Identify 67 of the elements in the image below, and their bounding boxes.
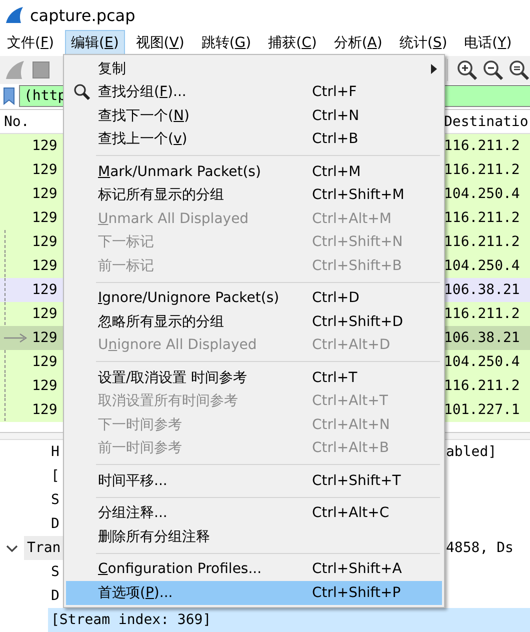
table-cell-text: 129 [32,162,58,178]
zoom-icon[interactable] [508,59,530,81]
menu-item[interactable]: 电话(Y) [458,30,518,56]
tree-item[interactable]: H [48,440,62,464]
menu-item[interactable]: 视图(V) [130,30,190,56]
menu-item[interactable]: 捕获(C) [262,30,323,56]
stop-icon[interactable] [30,59,52,81]
menu-item[interactable]: 分析(A) [328,30,388,56]
menu-item[interactable]: 文件(F) [1,30,60,56]
window-title: capture.pcap [30,6,136,24]
table-cell-text: 129 [32,138,58,154]
zoom-out-icon[interactable] [482,59,504,81]
menu-item[interactable]: 标记所有显示的分组 Ctrl+Shift+M [66,184,442,207]
menu-item[interactable]: 统计(S) [393,30,454,56]
tree-item[interactable]: [ [48,464,62,488]
menu-item[interactable]: 查找分组(F)... Ctrl+F [66,80,442,104]
table-cell-text: 129 [32,258,58,274]
shark-fin-icon [4,5,24,25]
menu-item[interactable]: 查找下一个(N) Ctrl+N [66,104,442,128]
bookmark-icon[interactable] [3,87,15,105]
table-cell-text: 129 [32,378,58,394]
table-cell-text: 129 [32,210,58,226]
menu-item[interactable]: 查找上一个(v) Ctrl+B [66,128,442,151]
tree-item[interactable]: D [48,584,62,608]
menu-item[interactable]: Configuration Profiles... Ctrl+Shift+A [66,558,442,581]
table-cell-text: 104.250.4 [444,258,521,274]
search-icon [73,83,91,102]
tree-item[interactable]: D [48,512,62,536]
menu-item[interactable]: 跳转(G) [195,30,258,56]
table-cell-text: 106.38.21 [444,330,521,346]
tree-item-text: 4858, Ds [446,540,514,556]
table-cell-text: 106.38.21 [444,282,521,298]
table-cell-text: 129 [32,354,58,370]
table-cell-text: 116.211.2 [444,234,521,250]
tree-item-text: abled] [446,444,498,460]
table-cell-text: 129 [32,282,58,298]
table-cell-text: 116.211.2 [444,162,521,178]
tree-item[interactable]: Tran [24,536,64,560]
table-cell-text: 104.250.4 [444,354,521,370]
zoom-in-icon[interactable] [456,59,478,81]
table-cell-text: 116.211.2 [444,378,521,394]
menu-item[interactable]: Mark/Unmark Packet(s) Ctrl+M [66,160,442,184]
menu-item[interactable]: 时间平移... Ctrl+Shift+T [66,469,442,492]
table-cell-text: 101.227.1 [444,402,521,418]
table-cell-text: 116.211.2 [444,306,521,322]
menu-item[interactable]: 分组注释... Ctrl+Alt+C [66,502,442,525]
submenu-arrow-icon [431,64,437,74]
table-cell-text: 129 [32,330,58,346]
table-cell-text: 129 [32,186,58,202]
table-cell-text: 116.211.2 [444,210,521,226]
tree-item[interactable]: S [48,488,62,512]
column-header[interactable]: No. [0,114,30,130]
menu-item[interactable]: Ignore/Unignore Packet(s) Ctrl+D [66,286,442,310]
column-header[interactable]: Destinatio [444,114,530,130]
table-cell-text: 129 [32,306,58,322]
tree-item[interactable]: [Stream index: 369] [48,608,530,632]
table-cell-text: 129 [32,234,58,250]
menu-item[interactable]: 忽略所有显示的分组 Ctrl+Shift+D [66,310,442,334]
menu-item[interactable]: 编辑(E) [65,30,125,56]
table-cell-text: 104.250.4 [444,186,521,202]
menu-item[interactable]: 删除所有分组注释 [66,525,442,548]
table-cell-text: 129 [32,402,58,418]
tree-item[interactable]: S [48,560,62,584]
menu-item[interactable]: 设置/取消设置 时间参考 Ctrl+T [66,366,442,390]
table-cell-text: 116.211.2 [444,138,521,154]
menu-item[interactable]: 复制 [66,57,442,80]
menu-item[interactable]: 首选项(P)... Ctrl+Shift+P [66,581,442,604]
